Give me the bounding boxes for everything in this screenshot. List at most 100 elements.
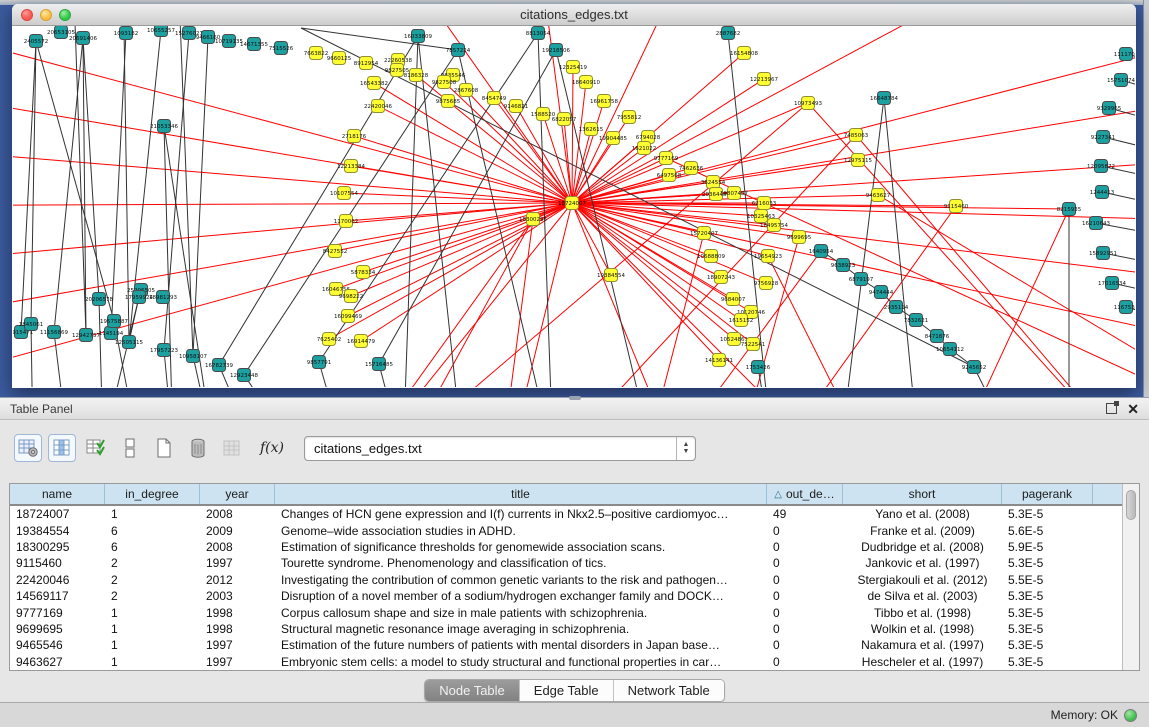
tab-node-table[interactable]: Node Table (425, 680, 520, 701)
table-cell-short[interactable]: de Silva et al. (2003) (843, 589, 1002, 603)
table-cell-year[interactable]: 2008 (200, 507, 275, 521)
table-cell-title[interactable]: Structural magnetic resonance image aver… (275, 622, 767, 636)
table-cell-name[interactable]: 9463627 (10, 655, 105, 669)
table-cell-short[interactable]: Stergiakouli et al. (2012) (843, 573, 1002, 587)
table-row[interactable]: 977716911998Corpus callosum shape and si… (10, 604, 1122, 620)
column-header-name[interactable]: name (10, 484, 105, 504)
column-header-year[interactable]: year (200, 484, 275, 504)
table-cell-pagerank[interactable]: 5.3E-5 (1002, 589, 1093, 603)
table-cell-short[interactable]: Hescheler et al. (1997) (843, 655, 1002, 669)
table-cell-pagerank[interactable]: 5.3E-5 (1002, 638, 1093, 652)
memory-status-icon[interactable] (1124, 709, 1137, 722)
column-header-pagerank[interactable]: pagerank (1002, 484, 1093, 504)
table-cell-name[interactable]: 9115460 (10, 556, 105, 570)
row-height-button[interactable] (116, 434, 144, 462)
table-row[interactable]: 1830029562008Estimation of significance … (10, 539, 1122, 555)
select-rows-button[interactable] (82, 434, 110, 462)
table-cell-in_degree[interactable]: 6 (105, 524, 200, 538)
column-header-out_de[interactable]: △out_de… (767, 484, 843, 504)
table-cell-out_de[interactable]: 0 (767, 606, 843, 620)
table-cell-in_degree[interactable]: 6 (105, 540, 200, 554)
select-stepper-icon[interactable]: ▲ ▼ (676, 437, 695, 460)
table-cell-pagerank[interactable]: 5.5E-5 (1002, 573, 1093, 587)
delete-column-button[interactable] (184, 434, 212, 462)
table-cell-name[interactable]: 22420046 (10, 573, 105, 587)
table-cell-out_de[interactable]: 0 (767, 524, 843, 538)
table-cell-pagerank[interactable]: 5.3E-5 (1002, 622, 1093, 636)
table-cell-out_de[interactable]: 0 (767, 638, 843, 652)
table-cell-title[interactable]: Estimation of the future numbers of pati… (275, 638, 767, 652)
table-cell-pagerank[interactable]: 5.3E-5 (1002, 655, 1093, 669)
table-cell-year[interactable]: 2012 (200, 573, 275, 587)
table-cell-pagerank[interactable]: 5.6E-5 (1002, 524, 1093, 538)
network-view-window[interactable]: citations_edges.txt 18724007183002952405… (12, 4, 1136, 388)
table-cell-year[interactable]: 2009 (200, 524, 275, 538)
table-cell-pagerank[interactable]: 5.3E-5 (1002, 507, 1093, 521)
table-cell-in_degree[interactable]: 2 (105, 573, 200, 587)
table-vertical-scrollbar[interactable] (1122, 484, 1139, 670)
network-window-titlebar[interactable]: citations_edges.txt (12, 4, 1136, 26)
table-row[interactable]: 2242004622012Investigating the contribut… (10, 572, 1122, 588)
panel-splitter-handle[interactable] (569, 396, 581, 400)
table-cell-out_de[interactable]: 0 (767, 573, 843, 587)
table-cell-year[interactable]: 2003 (200, 589, 275, 603)
column-header-title[interactable]: title (275, 484, 767, 504)
table-cell-in_degree[interactable]: 1 (105, 638, 200, 652)
close-panel-icon[interactable]: ✕ (1127, 402, 1139, 416)
table-cell-name[interactable]: 9777169 (10, 606, 105, 620)
table-cell-name[interactable]: 9699695 (10, 622, 105, 636)
table-cell-name[interactable]: 19384554 (10, 524, 105, 538)
table-cell-year[interactable]: 1997 (200, 655, 275, 669)
table-cell-year[interactable]: 1998 (200, 606, 275, 620)
scrollbar-thumb[interactable] (1126, 490, 1136, 520)
column-header-short[interactable]: short (843, 484, 1002, 504)
table-cell-name[interactable]: 9465546 (10, 638, 105, 652)
table-cell-title[interactable]: Disruption of a novel member of a sodium… (275, 589, 767, 603)
table-cell-short[interactable]: Nakamura et al. (1997) (843, 638, 1002, 652)
float-panel-icon[interactable] (1106, 403, 1117, 414)
table-cell-year[interactable]: 1997 (200, 638, 275, 652)
table-row[interactable]: 1456911722003Disruption of a novel membe… (10, 588, 1122, 604)
table-row[interactable]: 969969511998Structural magnetic resonanc… (10, 621, 1122, 637)
network-canvas[interactable]: 1872400718300295240557220653105206914061… (13, 26, 1135, 387)
table-cell-pagerank[interactable]: 5.3E-5 (1002, 606, 1093, 620)
table-row[interactable]: 946362711997Embryonic stem cells: a mode… (10, 654, 1122, 670)
table-cell-short[interactable]: Wolkin et al. (1998) (843, 622, 1002, 636)
table-cell-title[interactable]: Tourette syndrome. Phenomenology and cla… (275, 556, 767, 570)
table-cell-short[interactable]: Tibbo et al. (1998) (843, 606, 1002, 620)
table-cell-in_degree[interactable]: 1 (105, 622, 200, 636)
table-cell-in_degree[interactable]: 2 (105, 556, 200, 570)
function-builder-button[interactable]: f(x) (260, 440, 284, 456)
table-cell-name[interactable]: 18300295 (10, 540, 105, 554)
tab-network-table[interactable]: Network Table (614, 680, 724, 701)
column-browse-button[interactable] (48, 434, 76, 462)
table-cell-out_de[interactable]: 0 (767, 556, 843, 570)
table-cell-pagerank[interactable]: 5.3E-5 (1002, 556, 1093, 570)
new-column-button[interactable] (150, 434, 178, 462)
table-cell-out_de[interactable]: 0 (767, 540, 843, 554)
table-cell-title[interactable]: Estimation of significance thresholds fo… (275, 540, 767, 554)
table-settings-button[interactable] (14, 434, 42, 462)
table-cell-in_degree[interactable]: 2 (105, 589, 200, 603)
table-cell-year[interactable]: 2008 (200, 540, 275, 554)
table-cell-title[interactable]: Corpus callosum shape and size in male p… (275, 606, 767, 620)
table-row[interactable]: 1872400712008Changes of HCN gene express… (10, 506, 1122, 522)
table-cell-title[interactable]: Changes of HCN gene expression and I(f) … (275, 507, 767, 521)
table-cell-out_de[interactable]: 0 (767, 589, 843, 603)
table-cell-short[interactable]: Jankovic et al. (1997) (843, 556, 1002, 570)
table-cell-in_degree[interactable]: 1 (105, 655, 200, 669)
table-row[interactable]: 1938455462009Genome–wide association stu… (10, 522, 1122, 538)
table-cell-name[interactable]: 14569117 (10, 589, 105, 603)
table-cell-title[interactable]: Investigating the contribution of common… (275, 573, 767, 587)
table-cell-title[interactable]: Embryonic stem cells: a model to study s… (275, 655, 767, 669)
table-cell-year[interactable]: 1998 (200, 622, 275, 636)
table-cell-year[interactable]: 1997 (200, 556, 275, 570)
tab-edge-table[interactable]: Edge Table (520, 680, 614, 701)
table-cell-short[interactable]: Yano et al. (2008) (843, 507, 1002, 521)
table-cell-in_degree[interactable]: 1 (105, 507, 200, 521)
table-cell-short[interactable]: Dudbridge et al. (2008) (843, 540, 1002, 554)
table-cell-title[interactable]: Genome–wide association studies in ADHD. (275, 524, 767, 538)
table-cell-out_de[interactable]: 0 (767, 655, 843, 669)
table-cell-in_degree[interactable]: 1 (105, 606, 200, 620)
table-row[interactable]: 911546021997Tourette syndrome. Phenomeno… (10, 555, 1122, 571)
